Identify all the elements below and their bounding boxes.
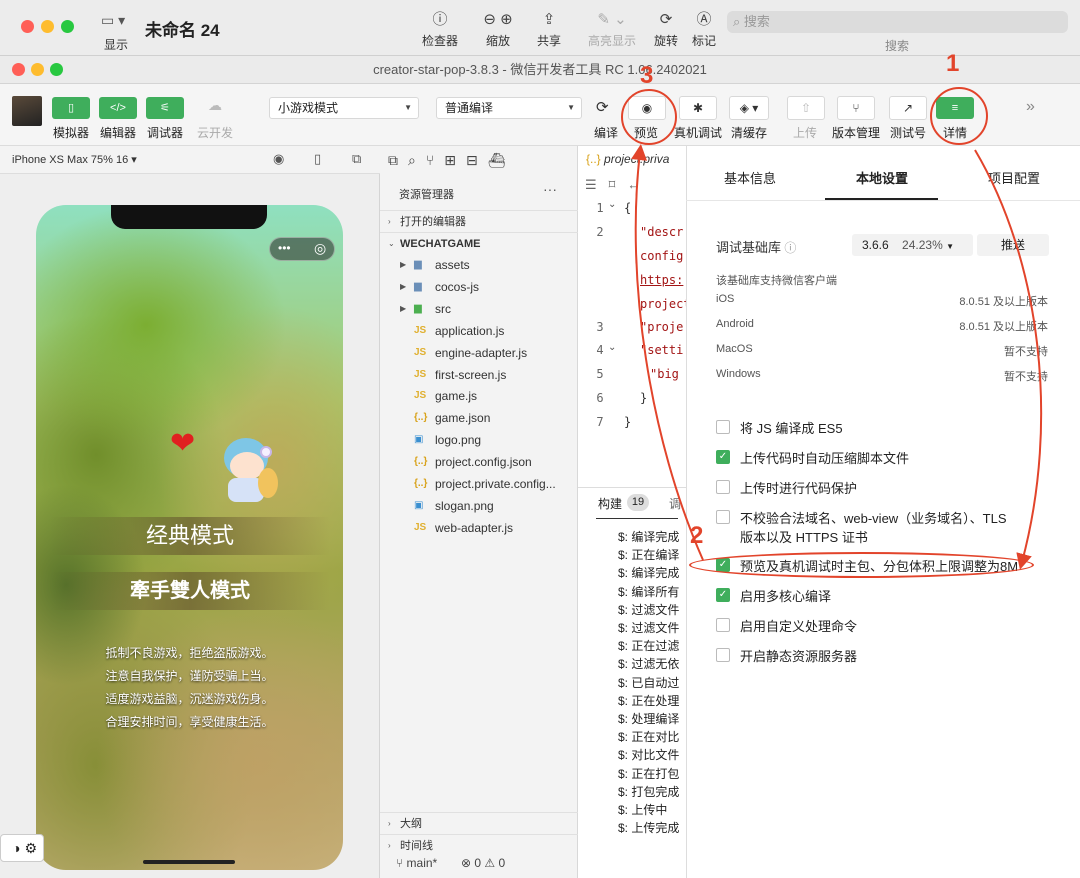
annotation-arrows bbox=[631, 144, 1043, 570]
arrow-option-to-preview bbox=[631, 144, 704, 561]
arrow-details-to-option bbox=[974, 149, 1043, 570]
